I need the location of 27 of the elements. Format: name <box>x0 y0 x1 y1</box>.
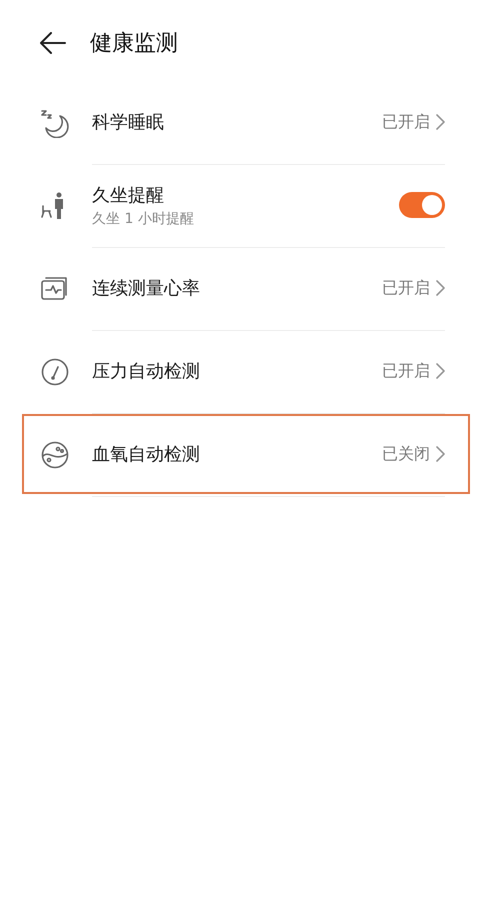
status-text: 已开启 <box>382 278 430 298</box>
status-text: 已关闭 <box>382 444 430 464</box>
row-label: 久坐提醒 <box>92 184 165 206</box>
chevron-right-icon <box>436 114 445 130</box>
settings-row[interactable]: 血氧自动检测 已关闭 <box>0 413 485 496</box>
settings-row[interactable]: 科学睡眠 已开启 <box>0 81 485 164</box>
status-text: 已开启 <box>382 360 430 382</box>
row-label: 压力自动检测 <box>92 360 201 383</box>
row-label: 血氧自动检测 <box>92 443 201 466</box>
toggle-switch[interactable] <box>399 192 445 218</box>
heart-rate-monitor-icon <box>40 276 70 302</box>
status-text: 已开启 <box>382 112 430 132</box>
chevron-right-icon <box>436 280 445 296</box>
gauge-icon <box>40 356 70 386</box>
chevron-right-icon <box>436 446 445 462</box>
settings-row[interactable]: 压力自动检测 已开启 <box>0 330 485 413</box>
page-title: 健康监测 <box>90 30 178 58</box>
settings-row[interactable]: 久坐提醒 久坐 1 小时提醒 <box>0 164 485 247</box>
moon-icon <box>40 108 70 138</box>
row-label: 科学睡眠 <box>92 111 165 134</box>
settings-row[interactable]: 连续测量心率 已开启 <box>0 247 485 330</box>
blood-cells-icon <box>40 440 70 470</box>
back-arrow-icon[interactable] <box>40 32 66 54</box>
person-with-chair-icon <box>40 192 66 220</box>
chevron-right-icon <box>436 363 445 379</box>
row-label: 连续测量心率 <box>92 277 201 300</box>
row-subtitle: 久坐 1 小时提醒 <box>92 210 195 228</box>
